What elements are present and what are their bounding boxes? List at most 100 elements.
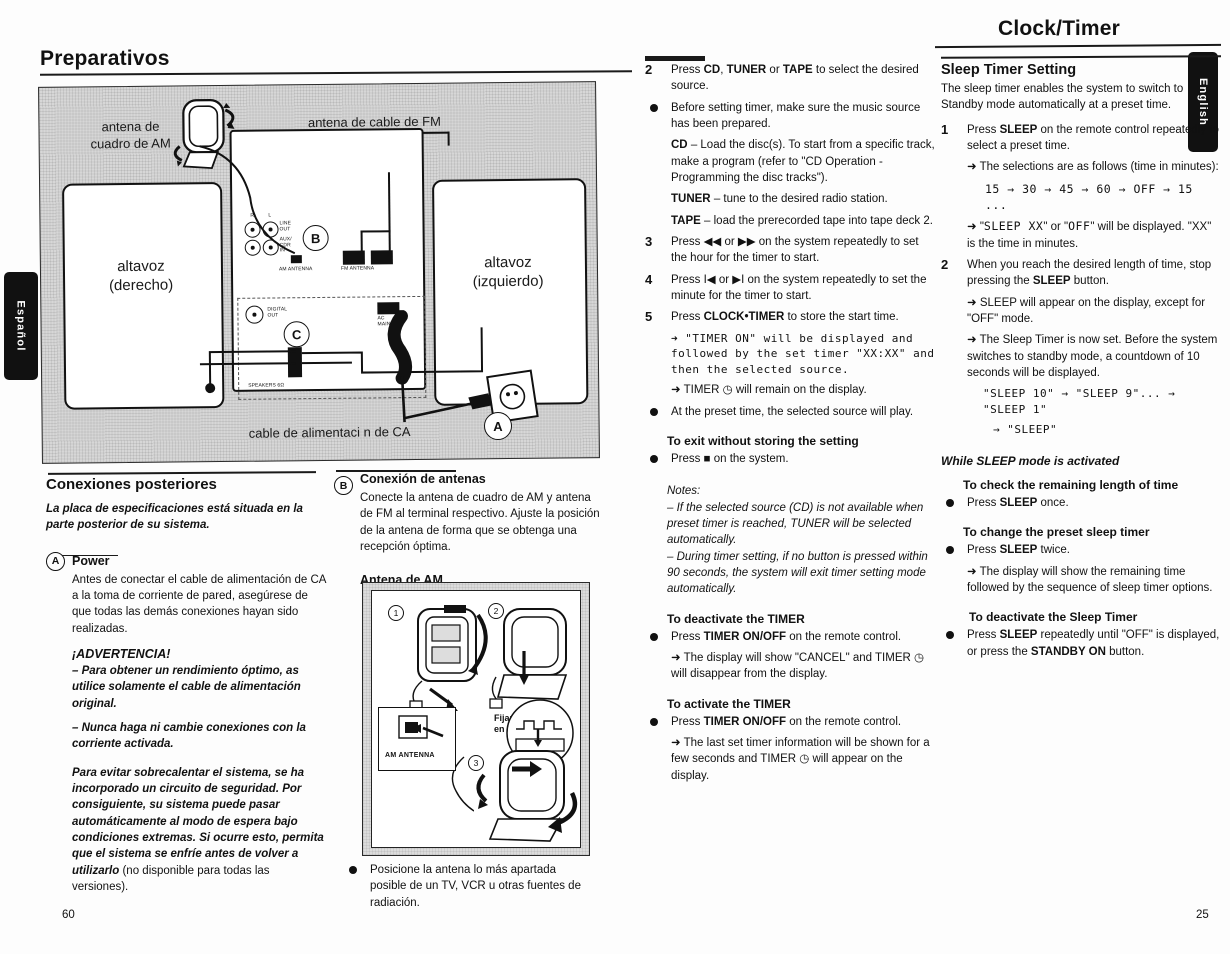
timer-step-2-text: Press CD, TUNER or TAPE to select the de… xyxy=(671,62,935,95)
bullet-dot-icon xyxy=(946,499,954,508)
timer-source-tuner: TUNER – tune to the desired radio statio… xyxy=(671,191,935,207)
rule-conexiones xyxy=(47,471,317,475)
timer-activate-arrow: ➜ The last set timer information will be… xyxy=(671,737,930,782)
sleep-step-2-number: 2 xyxy=(941,256,949,272)
timer-step-2-number: 2 xyxy=(645,62,653,77)
sleep-deact-pre: Press xyxy=(967,629,1000,642)
sleep-step-2-text: When you reach the desired length of tim… xyxy=(967,257,1221,290)
bullet-dot-icon xyxy=(349,866,357,874)
timer-source-cd: CD – Load the disc(s). To start from a s… xyxy=(671,137,935,186)
terminal-fm-antenna-left xyxy=(342,250,365,265)
rule-right xyxy=(934,43,1222,49)
sleep-step-2: 2 When you reach the desired length of t… xyxy=(941,257,1221,438)
sleep-step-1-arrow-2: ➜ "SLEEP XX" or "OFF" will be displayed.… xyxy=(967,218,1221,252)
sleep-step-1-text: Press SLEEP on the remote control repeat… xyxy=(967,122,1221,155)
wire-am-antenna xyxy=(199,145,296,255)
sleep-change-arrow: ➜ The display will show the remaining ti… xyxy=(967,565,1213,595)
sleep-deact-post: button. xyxy=(1105,645,1145,658)
timer-step-5: 5 Press CLOCK•TIMER to store the start t… xyxy=(645,309,935,398)
key-sleep-3: SLEEP xyxy=(999,497,1038,510)
heading-check-remaining-time: To check the remaining length of time xyxy=(963,478,1179,493)
timer-step-3-text: Press ◀◀ or ▶▶ on the system repeatedly … xyxy=(671,235,919,265)
side-tab-espanol: Español xyxy=(4,272,38,380)
heading-activate-timer: To activate the TIMER xyxy=(667,696,791,711)
timer-source-tape: TAPE – load the prerecorded tape into ta… xyxy=(671,213,935,229)
timer-step-5-text: Press CLOCK•TIMER to store the start tim… xyxy=(671,309,935,325)
spanish-column-left: Conexiones posteriores La placa de espec… xyxy=(46,476,326,903)
ac-power-cord xyxy=(387,309,539,424)
timer-activate-pre: Press xyxy=(671,715,704,728)
timer-step-2-pre: Press xyxy=(671,64,704,76)
heading-change-preset-sleep-timer: To change the preset sleep timer xyxy=(963,525,1150,540)
am-antenna-bullet-text: Posicione la antena lo más apartada posi… xyxy=(370,864,581,909)
note-2: – During timer setting, if no button is … xyxy=(667,550,928,596)
label-am-loop-antenna: antena de cuadro de AM xyxy=(90,118,171,152)
section-marker-b: B xyxy=(334,476,353,495)
jack-label-fm-antenna: FM ANTENNA xyxy=(340,265,375,272)
am-antenna-figure-inner: 1 2 Fijar en 3 AM ANTENNA xyxy=(371,590,581,848)
text-placa-especificaciones: La placa de especificaciones está situad… xyxy=(46,503,303,532)
timer-step-2-sep2: or xyxy=(766,64,783,76)
am-antenna-figure: 1 2 Fijar en 3 AM ANTENNA xyxy=(362,582,590,856)
timer-step-5-arrow-2: ➜ TIMER ◷ will remain on the display. xyxy=(671,384,867,397)
timer-step-4-number: 4 xyxy=(645,271,653,287)
bullet-dot-icon xyxy=(650,717,658,726)
am-antenna-bullet-row: Posicione la antena lo más apartada posi… xyxy=(344,862,594,916)
spanish-column-right: B Conexión de antenas Conecte la antena … xyxy=(334,472,604,591)
diagram-marker-a: A xyxy=(484,412,512,440)
sleep-deactivate-bullet: Press SLEEP repeatedly until "OFF" is di… xyxy=(941,627,1221,660)
text-overheat-bold: Para evitar sobrecalentar el sistema, se… xyxy=(72,766,324,877)
sleep-step-2-post: button. xyxy=(1070,275,1109,288)
timer-step-4: 4 Press I◀ or ▶I on the system repeatedl… xyxy=(645,272,935,305)
key-clock-timer: CLOCK•TIMER xyxy=(703,311,785,324)
note-1: – If the selected source (CD) is not ava… xyxy=(667,501,924,547)
sleep-check-bullet: Press SLEEP once. xyxy=(941,495,1221,511)
timer-deactivate-text: Press TIMER ON/OFF on the remote control… xyxy=(671,629,935,645)
sleep-step-1-pre: Press xyxy=(967,123,1000,136)
key-tape-2: TAPE xyxy=(671,214,701,227)
timer-step-5-post: to store the start time. xyxy=(784,311,899,324)
timer-deactivate-arrow: ➜ The display will show "CANCEL" and TIM… xyxy=(671,652,925,681)
timer-activate-text: Press TIMER ON/OFF on the remote control… xyxy=(671,714,935,730)
heading-sleep-timer-setting: Sleep Timer Setting xyxy=(941,62,1077,78)
key-standby-on: STANDBY ON xyxy=(1030,645,1106,658)
timer-deactivate-post: on the remote control. xyxy=(786,630,902,643)
key-sleep-4: SLEEP xyxy=(999,544,1038,557)
page-title-preparativos: Preparativos xyxy=(40,47,170,70)
key-sleep-2: SLEEP xyxy=(1032,275,1071,288)
key-tuner: TUNER xyxy=(726,64,767,76)
text-warning-2: – Nunca haga ni cambie conexiones con la… xyxy=(72,721,306,751)
text-warning-1: – Para obtener un rendimiento óptimo, as… xyxy=(72,664,301,710)
timer-bullet-1: Before setting timer, make sure the musi… xyxy=(645,100,935,229)
sleep-intro: The sleep timer enables the system to sw… xyxy=(941,83,1184,112)
timer-activate-post: on the remote control. xyxy=(786,715,902,728)
timer-deactivate-bullet: Press TIMER ON/OFF on the remote control… xyxy=(645,629,935,683)
bullet-dot-icon xyxy=(650,455,658,464)
heading-advertencia: ¡ADVERTENCIA! xyxy=(72,646,171,661)
bullet-dot-icon xyxy=(946,631,954,640)
bullet-dot-icon xyxy=(650,407,658,416)
manual-page: Español English Preparativos Clock/Timer… xyxy=(0,0,1230,954)
key-sleep-5: SLEEP xyxy=(999,629,1038,642)
heading-while-sleep-activated: While SLEEP mode is activated xyxy=(941,454,1120,469)
timer-step-3: 3 Press ◀◀ or ▶▶ on the system repeatedl… xyxy=(645,234,935,267)
page-number-left: 60 xyxy=(62,909,75,921)
text-power-body: Antes de conectar el cable de alimentaci… xyxy=(72,573,326,635)
sleep-step-1-arrow-1: ➜ The selections are as follows (time in… xyxy=(967,161,1219,174)
key-cd-2: CD xyxy=(671,139,688,152)
timer-notes-block: Notes: – If the selected source (CD) is … xyxy=(667,483,935,597)
sleep-step-2-arrow-1: ➜ SLEEP will appear on the display, exce… xyxy=(967,296,1206,325)
diagram-marker-c: C xyxy=(283,321,310,348)
sleep-check-text: Press SLEEP once. xyxy=(967,495,1221,511)
timer-bullet-2: At the preset time, the selected source … xyxy=(645,404,935,420)
key-tape: TAPE xyxy=(782,64,813,76)
sleep-step-1: 1 Press SLEEP on the remote control repe… xyxy=(941,122,1221,252)
sleep-countdown-line-2: → "SLEEP" xyxy=(993,423,1058,437)
heading-deactivate-sleep-timer: To deactivate the Sleep Timer xyxy=(969,610,1138,625)
timer-exit-bullet-text: Press ■ on the system. xyxy=(671,453,789,466)
diagram-marker-b: B xyxy=(302,224,329,252)
am-antenna-bullet: Posicione la antena lo más apartada posi… xyxy=(344,862,594,911)
sleep-step-1-number: 1 xyxy=(941,121,949,137)
timer-deactivate-pre: Press xyxy=(671,630,704,643)
timer-exit-bullet: Press ■ on the system. xyxy=(645,451,935,467)
